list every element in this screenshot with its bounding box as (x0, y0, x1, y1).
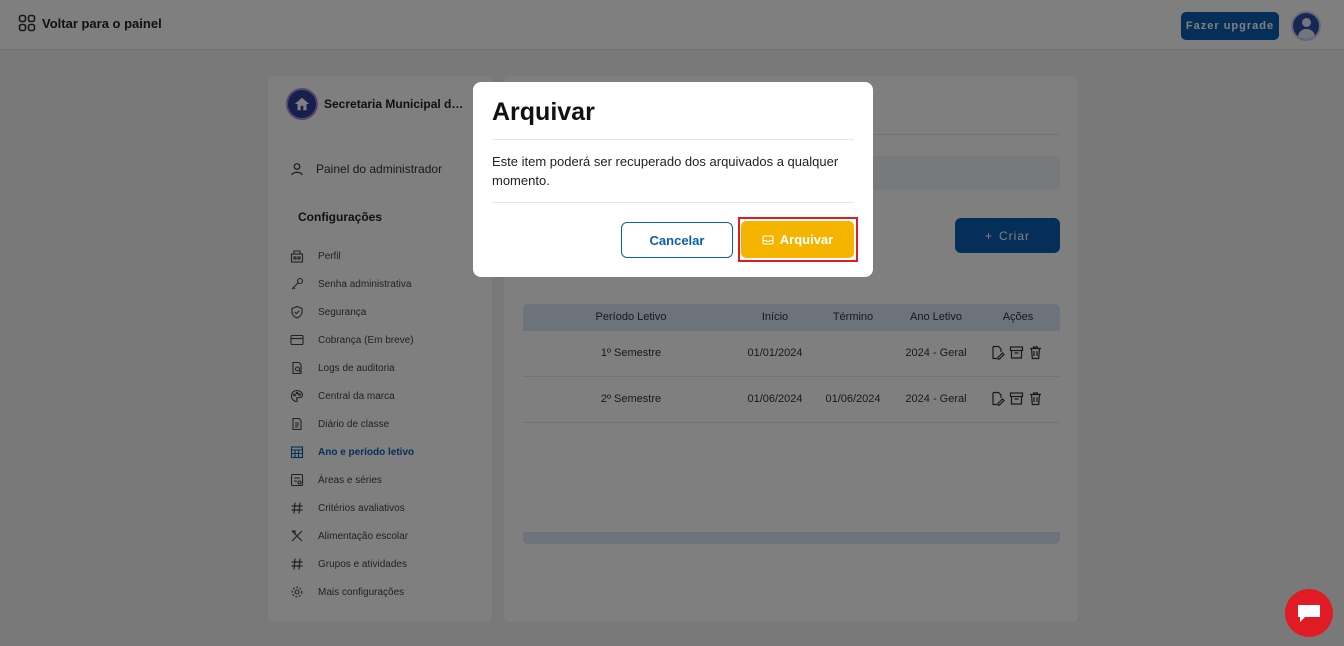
archive-confirm-button[interactable]: Arquivar (741, 221, 854, 258)
archive-confirm-dialog: Arquivar Este item poderá ser recuperado… (473, 82, 873, 277)
dialog-divider-top (492, 139, 854, 140)
cancel-button[interactable]: Cancelar (621, 222, 733, 258)
chat-bubble-icon (1298, 605, 1320, 622)
inbox-icon (762, 234, 774, 245)
archive-button-label: Arquivar (779, 232, 834, 247)
dialog-message: Este item poderá ser recuperado dos arqu… (492, 154, 839, 188)
chat-widget-button[interactable] (1285, 589, 1333, 637)
dialog-divider-bottom (492, 202, 854, 203)
dialog-title: Arquivar (492, 98, 595, 126)
